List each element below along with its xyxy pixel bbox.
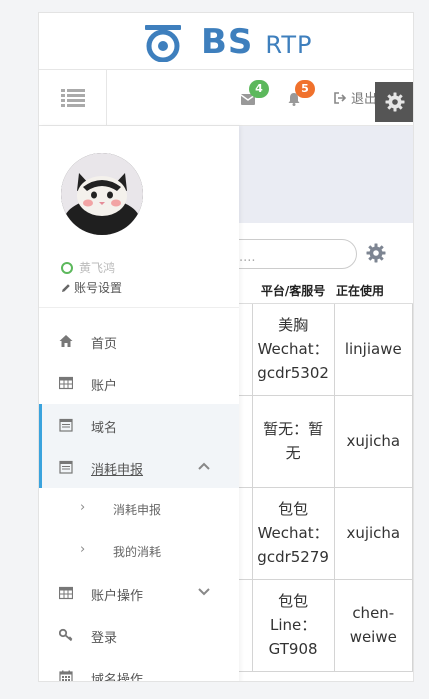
table-header-platform[interactable]: 平台/客服号: [252, 279, 335, 304]
logo-main-text: BS: [201, 22, 254, 62]
sign-out-icon: [334, 91, 347, 104]
user-name: 黄飞鸿: [79, 261, 116, 275]
logo-header: BS RTP: [39, 13, 413, 70]
sidebar: 黄飞鸿 账号设置 首页 账户 域名 消耗申报 › 消耗申报 › 我的消耗 账户操…: [39, 126, 239, 682]
account-settings-link[interactable]: 账号设置: [61, 279, 122, 296]
sidebar-item-domain-operations[interactable]: 域名操作: [39, 656, 239, 682]
table-header-user[interactable]: 正在使用: [334, 279, 413, 304]
table-cell-user: linjiawe: [333, 302, 413, 396]
home-icon: [59, 335, 73, 347]
table-cell-user: chen- weiwe: [333, 578, 413, 672]
logout-label: 退出: [351, 92, 378, 107]
account-settings-label: 账号设置: [74, 281, 123, 295]
sidebar-item-home[interactable]: 首页: [39, 320, 239, 362]
calendar-icon: [59, 418, 73, 432]
logo-mark-icon: [145, 25, 181, 62]
table-cell-platform: 美胸 Wechat： gcdr5302: [251, 302, 335, 396]
sidebar-item-label: 消耗申报: [91, 463, 144, 478]
key-icon: [59, 628, 73, 642]
sidebar-item-accounts[interactable]: 账户: [39, 362, 239, 404]
sidebar-item-login[interactable]: 登录: [39, 614, 239, 656]
sidebar-item-domains[interactable]: 域名: [39, 404, 239, 446]
sidebar-item-account-operations[interactable]: 账户操作: [39, 572, 239, 614]
sidebar-item-label: 账户: [91, 379, 118, 394]
submenu-item-label: 我的消耗: [113, 545, 162, 559]
table-cell-user: xujicha: [333, 394, 413, 488]
sidebar-item-label: 首页: [91, 337, 118, 352]
table-cell-platform: 包包 Wechat： gcdr5279: [251, 486, 335, 580]
calendar-icon: [59, 460, 73, 474]
table-icon: [59, 376, 73, 390]
submenu-item-label: 消耗申报: [113, 503, 162, 517]
gear-icon: [385, 92, 405, 112]
sidebar-divider: [39, 307, 239, 308]
table-cell-platform: 包包 Line： GT908: [251, 578, 335, 672]
chevron-right-icon: ›: [80, 542, 86, 557]
chevron-right-icon: ›: [80, 500, 86, 515]
cat-avatar-image: [61, 153, 143, 235]
chevron-down-icon[interactable]: [197, 586, 211, 598]
sidebar-item-consumption-report[interactable]: 消耗申报: [39, 446, 239, 488]
avatar[interactable]: [61, 153, 143, 235]
online-status-icon: [61, 261, 73, 274]
sidebar-item-label: 域名操作: [91, 673, 144, 682]
sidebar-menu: 首页 账户 域名 消耗申报 › 消耗申报 › 我的消耗 账户操作 登录 域名操作: [39, 320, 239, 682]
sidebar-item-label: 域名: [91, 421, 118, 436]
notifications-button[interactable]: 5: [287, 80, 315, 106]
top-navbar: 4 5 退出: [39, 70, 413, 126]
submenu-item-my-consumption[interactable]: › 我的消耗: [39, 530, 239, 572]
search-input[interactable]: 容....: [219, 239, 357, 269]
chevron-up-icon[interactable]: [197, 460, 211, 472]
calendar-grid-icon: [59, 670, 73, 681]
logo-sub-text: RTP: [265, 31, 313, 59]
pencil-icon: [62, 283, 70, 292]
list-menu-icon: [60, 89, 85, 107]
settings-gear-button[interactable]: [375, 82, 413, 122]
sidebar-toggle-button[interactable]: [39, 70, 107, 126]
sidebar-item-label: 账户操作: [91, 589, 144, 604]
messages-badge: 4: [249, 80, 269, 98]
brand-logo[interactable]: BS RTP: [143, 19, 312, 65]
user-status: 黄飞鸿: [61, 259, 115, 276]
app-frame: BS RTP 4 5 退出 容.... 平台/客服号 正在使用 美胸 Wecha…: [38, 12, 414, 682]
messages-button[interactable]: 4: [240, 80, 269, 106]
sidebar-item-label: 登录: [91, 631, 118, 646]
submenu-item-consumption-report[interactable]: › 消耗申报: [39, 488, 239, 530]
table-cell-user: xujicha: [333, 486, 413, 580]
logout-link[interactable]: 退出: [334, 88, 377, 107]
table-icon: [59, 586, 73, 600]
table-settings-gear-icon[interactable]: [366, 243, 386, 263]
table-cell-platform: 暂无：暂 无: [251, 394, 335, 488]
notifications-badge: 5: [295, 80, 315, 98]
